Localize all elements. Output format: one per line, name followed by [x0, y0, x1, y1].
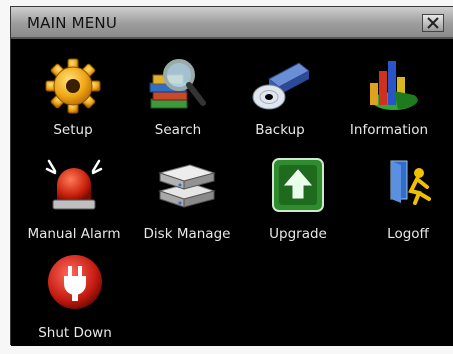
menu-item-setup[interactable]: Setup: [18, 57, 128, 157]
menu-item-label: Search: [154, 122, 202, 138]
menu-item-information[interactable]: Information: [334, 57, 444, 157]
menu-item-label: Logoff: [387, 226, 429, 242]
main-menu-window: MAIN MENU Setup Search Backup Informatio…: [10, 6, 453, 346]
menu-item-label: Shut Down: [38, 325, 112, 341]
menu-item-logoff[interactable]: Logoff: [353, 157, 453, 257]
title-bar: MAIN MENU: [11, 7, 453, 39]
menu-item-label: Manual Alarm: [27, 226, 121, 242]
menu-item-label: Upgrade: [269, 226, 327, 242]
menu-item-label: Backup: [255, 122, 305, 138]
menu-item-label: Disk Manage: [143, 226, 231, 242]
menu-item-search[interactable]: Search: [123, 57, 233, 157]
menu-item-manual-alarm[interactable]: Manual Alarm: [19, 157, 129, 257]
alarm-siren-icon: [45, 159, 103, 210]
menu-item-label: Information: [349, 122, 429, 138]
menu-item-backup[interactable]: Backup: [225, 57, 335, 157]
bar-chart-icon: [370, 61, 418, 110]
magnifier-books-icon: [149, 59, 206, 109]
close-icon: [427, 17, 439, 29]
menu-item-disk-manage[interactable]: Disk Manage: [132, 157, 242, 257]
power-plug-icon: [48, 255, 102, 309]
logoff-door-icon: [390, 160, 431, 205]
disc-drive-icon: [252, 62, 310, 110]
upgrade-arrow-icon: [272, 158, 324, 212]
hard-disk-icon: [158, 164, 216, 208]
close-button[interactable]: [422, 14, 444, 32]
menu-item-shut-down[interactable]: Shut Down: [20, 254, 130, 354]
window-title: MAIN MENU: [27, 14, 118, 32]
menu-panel: Setup Search Backup Information Manual A…: [11, 39, 453, 346]
menu-item-label: Setup: [53, 122, 93, 138]
menu-item-upgrade[interactable]: Upgrade: [243, 157, 353, 257]
gear-icon: [45, 58, 101, 114]
